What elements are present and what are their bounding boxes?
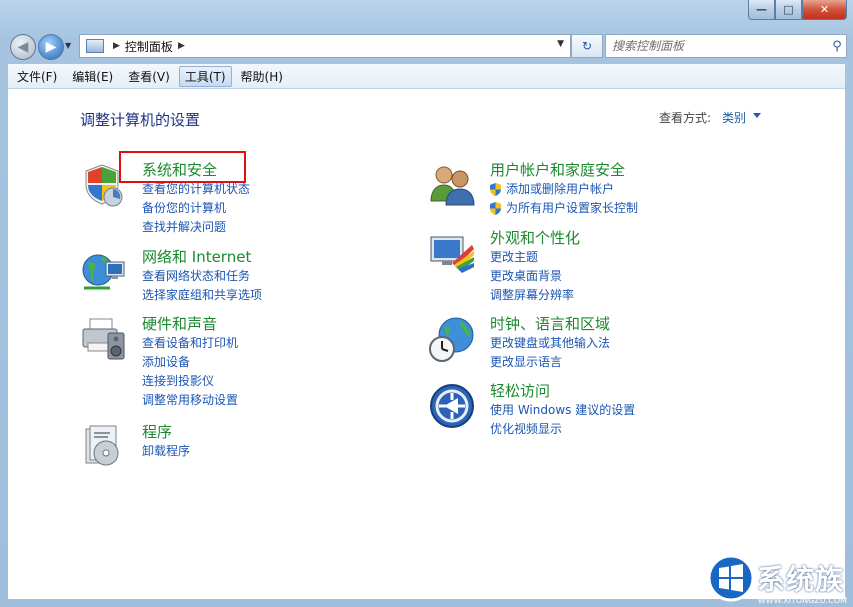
breadcrumb-separator-icon[interactable]: ▶ <box>113 41 120 51</box>
link-change-theme[interactable]: 更改主题 <box>490 248 574 267</box>
navigation-bar: ◀ ▶ ▼ ▶ 控制面板 ▶ ▼ ↻ ⚲ <box>8 30 847 62</box>
link-view-network-status[interactable]: 查看网络状态和任务 <box>142 267 262 286</box>
link-label: 为所有用户设置家长控制 <box>506 201 639 215</box>
link-recommended-settings[interactable]: 使用 Windows 建议的设置 <box>490 401 635 420</box>
link-add-device[interactable]: 添加设备 <box>142 353 238 372</box>
link-change-display-language[interactable]: 更改显示语言 <box>490 353 610 372</box>
address-bar[interactable]: ▶ 控制面板 ▶ ▼ <box>79 34 571 58</box>
recent-pages-dropdown[interactable]: ▼ <box>65 41 71 50</box>
category-links: 卸载程序 <box>142 442 190 461</box>
menu-tools[interactable]: 工具(T) <box>178 65 232 87</box>
watermark: 系统族 WWW.XITONGZU.COM <box>703 549 853 607</box>
link-label: 添加或删除用户帐户 <box>506 182 615 196</box>
monitor-palette-icon <box>430 236 474 273</box>
breadcrumb-separator-icon[interactable]: ▶ <box>178 41 185 51</box>
close-button[interactable]: ✕ <box>802 0 847 20</box>
breadcrumb-control-panel[interactable]: 控制面板 <box>125 38 173 55</box>
view-by-chevron-icon[interactable] <box>753 113 761 118</box>
back-button[interactable]: ◀ <box>10 34 36 60</box>
category-links: 更改主题 更改桌面背景 调整屏幕分辨率 <box>490 248 574 305</box>
menu-edit[interactable]: 编辑(E) <box>66 66 119 87</box>
highlight-annotation-box <box>119 151 246 183</box>
maximize-button[interactable]: □ <box>775 0 802 20</box>
link-connect-projector[interactable]: 连接到投影仪 <box>142 372 238 391</box>
clock-globe-icon <box>429 317 474 362</box>
link-parental-controls[interactable]: 为所有用户设置家长控制 <box>490 199 638 218</box>
control-panel-icon <box>86 39 104 53</box>
arrow-right-icon: ▶ <box>45 39 57 55</box>
menu-bar: 文件(F) 编辑(E) 查看(V) 工具(T) 帮助(H) <box>8 64 845 89</box>
refresh-button[interactable]: ↻ <box>571 34 603 58</box>
refresh-icon: ↻ <box>581 39 593 53</box>
users-icon <box>430 166 475 206</box>
link-devices-printers[interactable]: 查看设备和打印机 <box>142 334 238 353</box>
address-dropdown-icon[interactable]: ▼ <box>557 39 564 49</box>
link-change-input-method[interactable]: 更改键盘或其他输入法 <box>490 334 610 353</box>
link-screen-resolution[interactable]: 调整屏幕分辨率 <box>490 286 574 305</box>
category-links: 查看网络状态和任务 选择家庭组和共享选项 <box>142 267 262 305</box>
category-links: 查看您的计算机状态 备份您的计算机 查找并解决问题 <box>142 180 250 237</box>
category-title[interactable]: 硬件和声音 <box>142 313 217 334</box>
link-backup-computer[interactable]: 备份您的计算机 <box>142 199 250 218</box>
printer-speaker-icon <box>82 318 125 360</box>
link-desktop-background[interactable]: 更改桌面背景 <box>490 267 574 286</box>
search-box: ⚲ <box>605 34 847 58</box>
category-title[interactable]: 时钟、语言和区域 <box>490 313 610 334</box>
category-links: 查看设备和打印机 添加设备 连接到投影仪 调整常用移动设置 <box>142 334 238 410</box>
link-optimize-video[interactable]: 优化视频显示 <box>490 420 635 439</box>
control-panel-window: — □ ✕ ◀ ▶ ▼ ▶ 控制面板 ▶ ▼ ↻ ⚲ 文件(F) 编辑(E) 查… <box>0 0 853 607</box>
link-add-remove-accounts[interactable]: 添加或删除用户帐户 <box>490 180 638 199</box>
link-find-fix-problems[interactable]: 查找并解决问题 <box>142 218 250 237</box>
category-title[interactable]: 轻松访问 <box>490 380 550 401</box>
watermark-url: WWW.XITONGZU.COM <box>757 596 847 605</box>
search-input[interactable] <box>606 36 828 56</box>
minimize-button[interactable]: — <box>748 0 775 20</box>
uac-shield-icon <box>490 202 501 215</box>
link-mobility-settings[interactable]: 调整常用移动设置 <box>142 391 238 410</box>
category-links: 使用 Windows 建议的设置 优化视频显示 <box>490 401 635 439</box>
programs-icon <box>85 425 119 466</box>
link-uninstall-program[interactable]: 卸载程序 <box>142 442 190 461</box>
uac-shield-icon <box>490 183 501 196</box>
view-by-dropdown[interactable]: 类别 <box>722 109 746 126</box>
search-icon[interactable]: ⚲ <box>828 39 846 54</box>
windows-logo-icon <box>707 554 755 602</box>
chevron-down-icon: ▼ <box>65 41 72 50</box>
view-by-label: 查看方式: <box>659 111 712 125</box>
forward-button[interactable]: ▶ <box>38 34 64 60</box>
page-title: 调整计算机的设置 <box>80 111 201 129</box>
category-title[interactable]: 程序 <box>142 421 172 442</box>
category-links: 更改键盘或其他输入法 更改显示语言 <box>490 334 610 372</box>
arrow-left-icon: ◀ <box>17 39 29 55</box>
content-area: 调整计算机的设置 查看方式: 类别 系统和安全 查看您的计算机状态 备份您的计算… <box>8 89 845 599</box>
watermark-text: 系统族 <box>757 563 845 596</box>
menu-view[interactable]: 查看(V) <box>122 66 176 87</box>
menu-file[interactable]: 文件(F) <box>11 66 63 87</box>
ease-of-access-icon <box>430 384 474 428</box>
category-title[interactable]: 网络和 Internet <box>142 246 251 267</box>
network-globe-icon <box>82 254 125 290</box>
category-title[interactable]: 用户帐户和家庭安全 <box>490 159 625 180</box>
category-title[interactable]: 外观和个性化 <box>490 227 580 248</box>
caption-buttons: — □ ✕ <box>748 0 847 20</box>
category-links: 添加或删除用户帐户 为所有用户设置家长控制 <box>490 180 638 218</box>
menu-help[interactable]: 帮助(H) <box>235 66 289 87</box>
link-homegroup-sharing[interactable]: 选择家庭组和共享选项 <box>142 286 262 305</box>
